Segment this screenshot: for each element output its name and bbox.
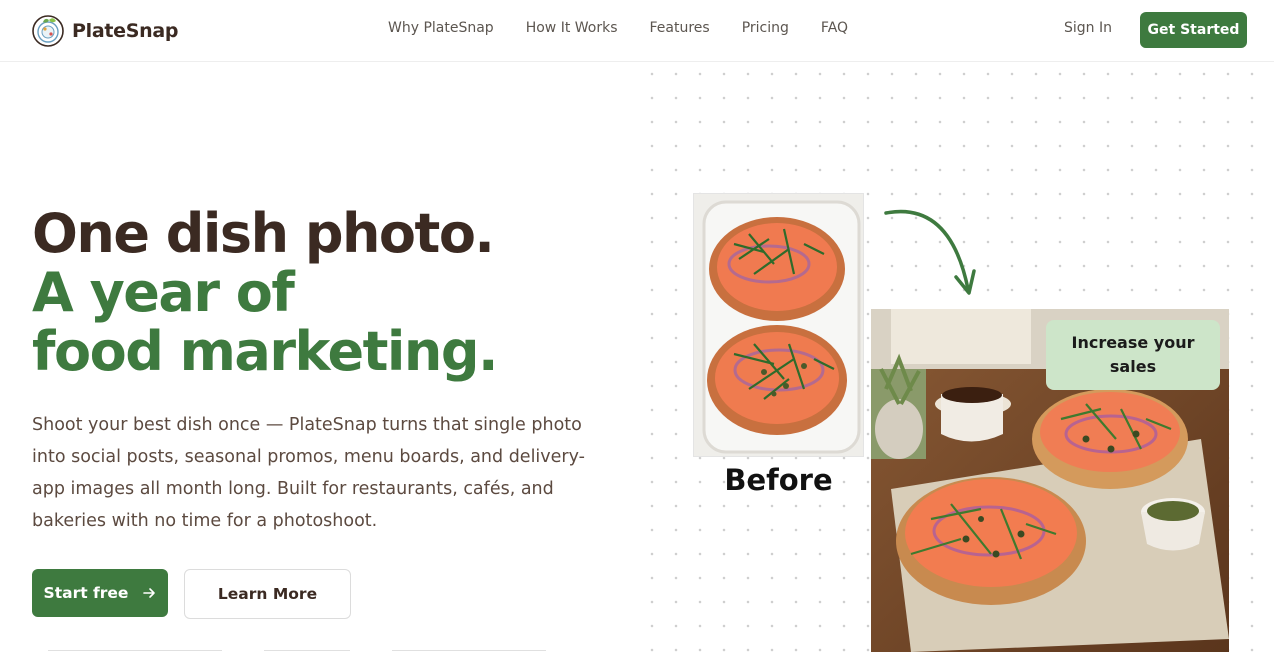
nav-how-it-works[interactable]: How It Works xyxy=(526,20,618,36)
hero-headline: One dish photo. A year of food marketing… xyxy=(32,202,499,383)
logo[interactable]: PlateSnap xyxy=(32,14,178,48)
nav-faq[interactable]: FAQ xyxy=(821,20,848,36)
learn-more-button[interactable]: Learn More xyxy=(184,569,351,619)
plate-logo-icon xyxy=(32,15,64,47)
main-nav: Why PlateSnap How It Works Features Pric… xyxy=(388,20,848,36)
headline-line-2: A year of xyxy=(32,261,295,324)
start-free-button[interactable]: Start free xyxy=(32,569,168,617)
before-label: Before xyxy=(724,463,833,497)
headline-line-3: food marketing. xyxy=(32,320,499,383)
headline-line-1: One dish photo. xyxy=(32,202,495,265)
before-photo xyxy=(693,193,864,457)
hero-description: Shoot your best dish once — PlateSnap tu… xyxy=(32,415,585,531)
increase-sales-badge: Increase your sales xyxy=(1046,320,1220,390)
site-header: PlateSnap Why PlateSnap How It Works Fea… xyxy=(0,0,1274,62)
before-food-image xyxy=(694,194,863,456)
nav-why-platesnap[interactable]: Why PlateSnap xyxy=(388,20,494,36)
nav-pricing[interactable]: Pricing xyxy=(742,20,789,36)
get-started-button[interactable]: Get Started xyxy=(1140,12,1247,48)
nav-features[interactable]: Features xyxy=(650,20,710,36)
start-free-label: Start free xyxy=(43,584,129,602)
curved-arrow-icon xyxy=(884,209,976,295)
brand-name: PlateSnap xyxy=(72,20,179,42)
arrow-right-icon xyxy=(143,588,156,598)
sign-in-link[interactable]: Sign In xyxy=(1064,20,1112,36)
